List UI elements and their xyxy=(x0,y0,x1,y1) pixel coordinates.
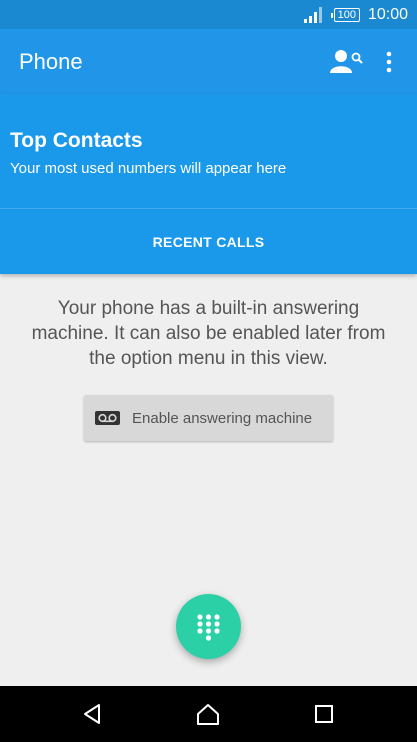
contact-search-icon xyxy=(330,50,363,73)
contact-search-button[interactable] xyxy=(330,49,364,75)
overflow-menu-button[interactable] xyxy=(381,49,397,75)
enable-button-label: Enable answering machine xyxy=(132,409,313,427)
battery-icon: 100 xyxy=(330,7,360,22)
status-icons: 100 10:00 xyxy=(303,0,408,29)
status-bar: 100 10:00 xyxy=(0,0,417,29)
tab-recent-calls[interactable]: RECENT CALLS xyxy=(0,209,417,274)
recents-button[interactable] xyxy=(311,701,337,727)
top-contacts-subtitle: Your most used numbers will appear here xyxy=(10,160,287,177)
clock: 10:00 xyxy=(367,5,408,23)
voicemail-icon xyxy=(95,411,120,425)
navigation-bar xyxy=(0,686,417,742)
home-icon xyxy=(197,704,219,725)
back-icon xyxy=(84,704,100,724)
home-button[interactable] xyxy=(195,701,221,727)
app-title: Phone xyxy=(19,49,83,74)
dialpad-fab[interactable] xyxy=(176,594,241,659)
enable-answering-machine-button[interactable]: Enable answering machine xyxy=(84,395,333,441)
top-contacts-title: Top Contacts xyxy=(10,129,143,152)
battery-level: 100 xyxy=(337,8,356,21)
recents-icon xyxy=(315,705,333,723)
back-button[interactable] xyxy=(80,701,106,727)
overflow-menu-icon xyxy=(386,51,392,73)
answering-machine-info: Your phone has a built-in answering mach… xyxy=(31,298,386,369)
top-contacts-panel: Top Contacts Your most used numbers will… xyxy=(0,94,417,274)
dialpad-icon xyxy=(197,614,220,641)
app-bar: Phone xyxy=(0,29,417,94)
signal-icon xyxy=(303,6,322,23)
